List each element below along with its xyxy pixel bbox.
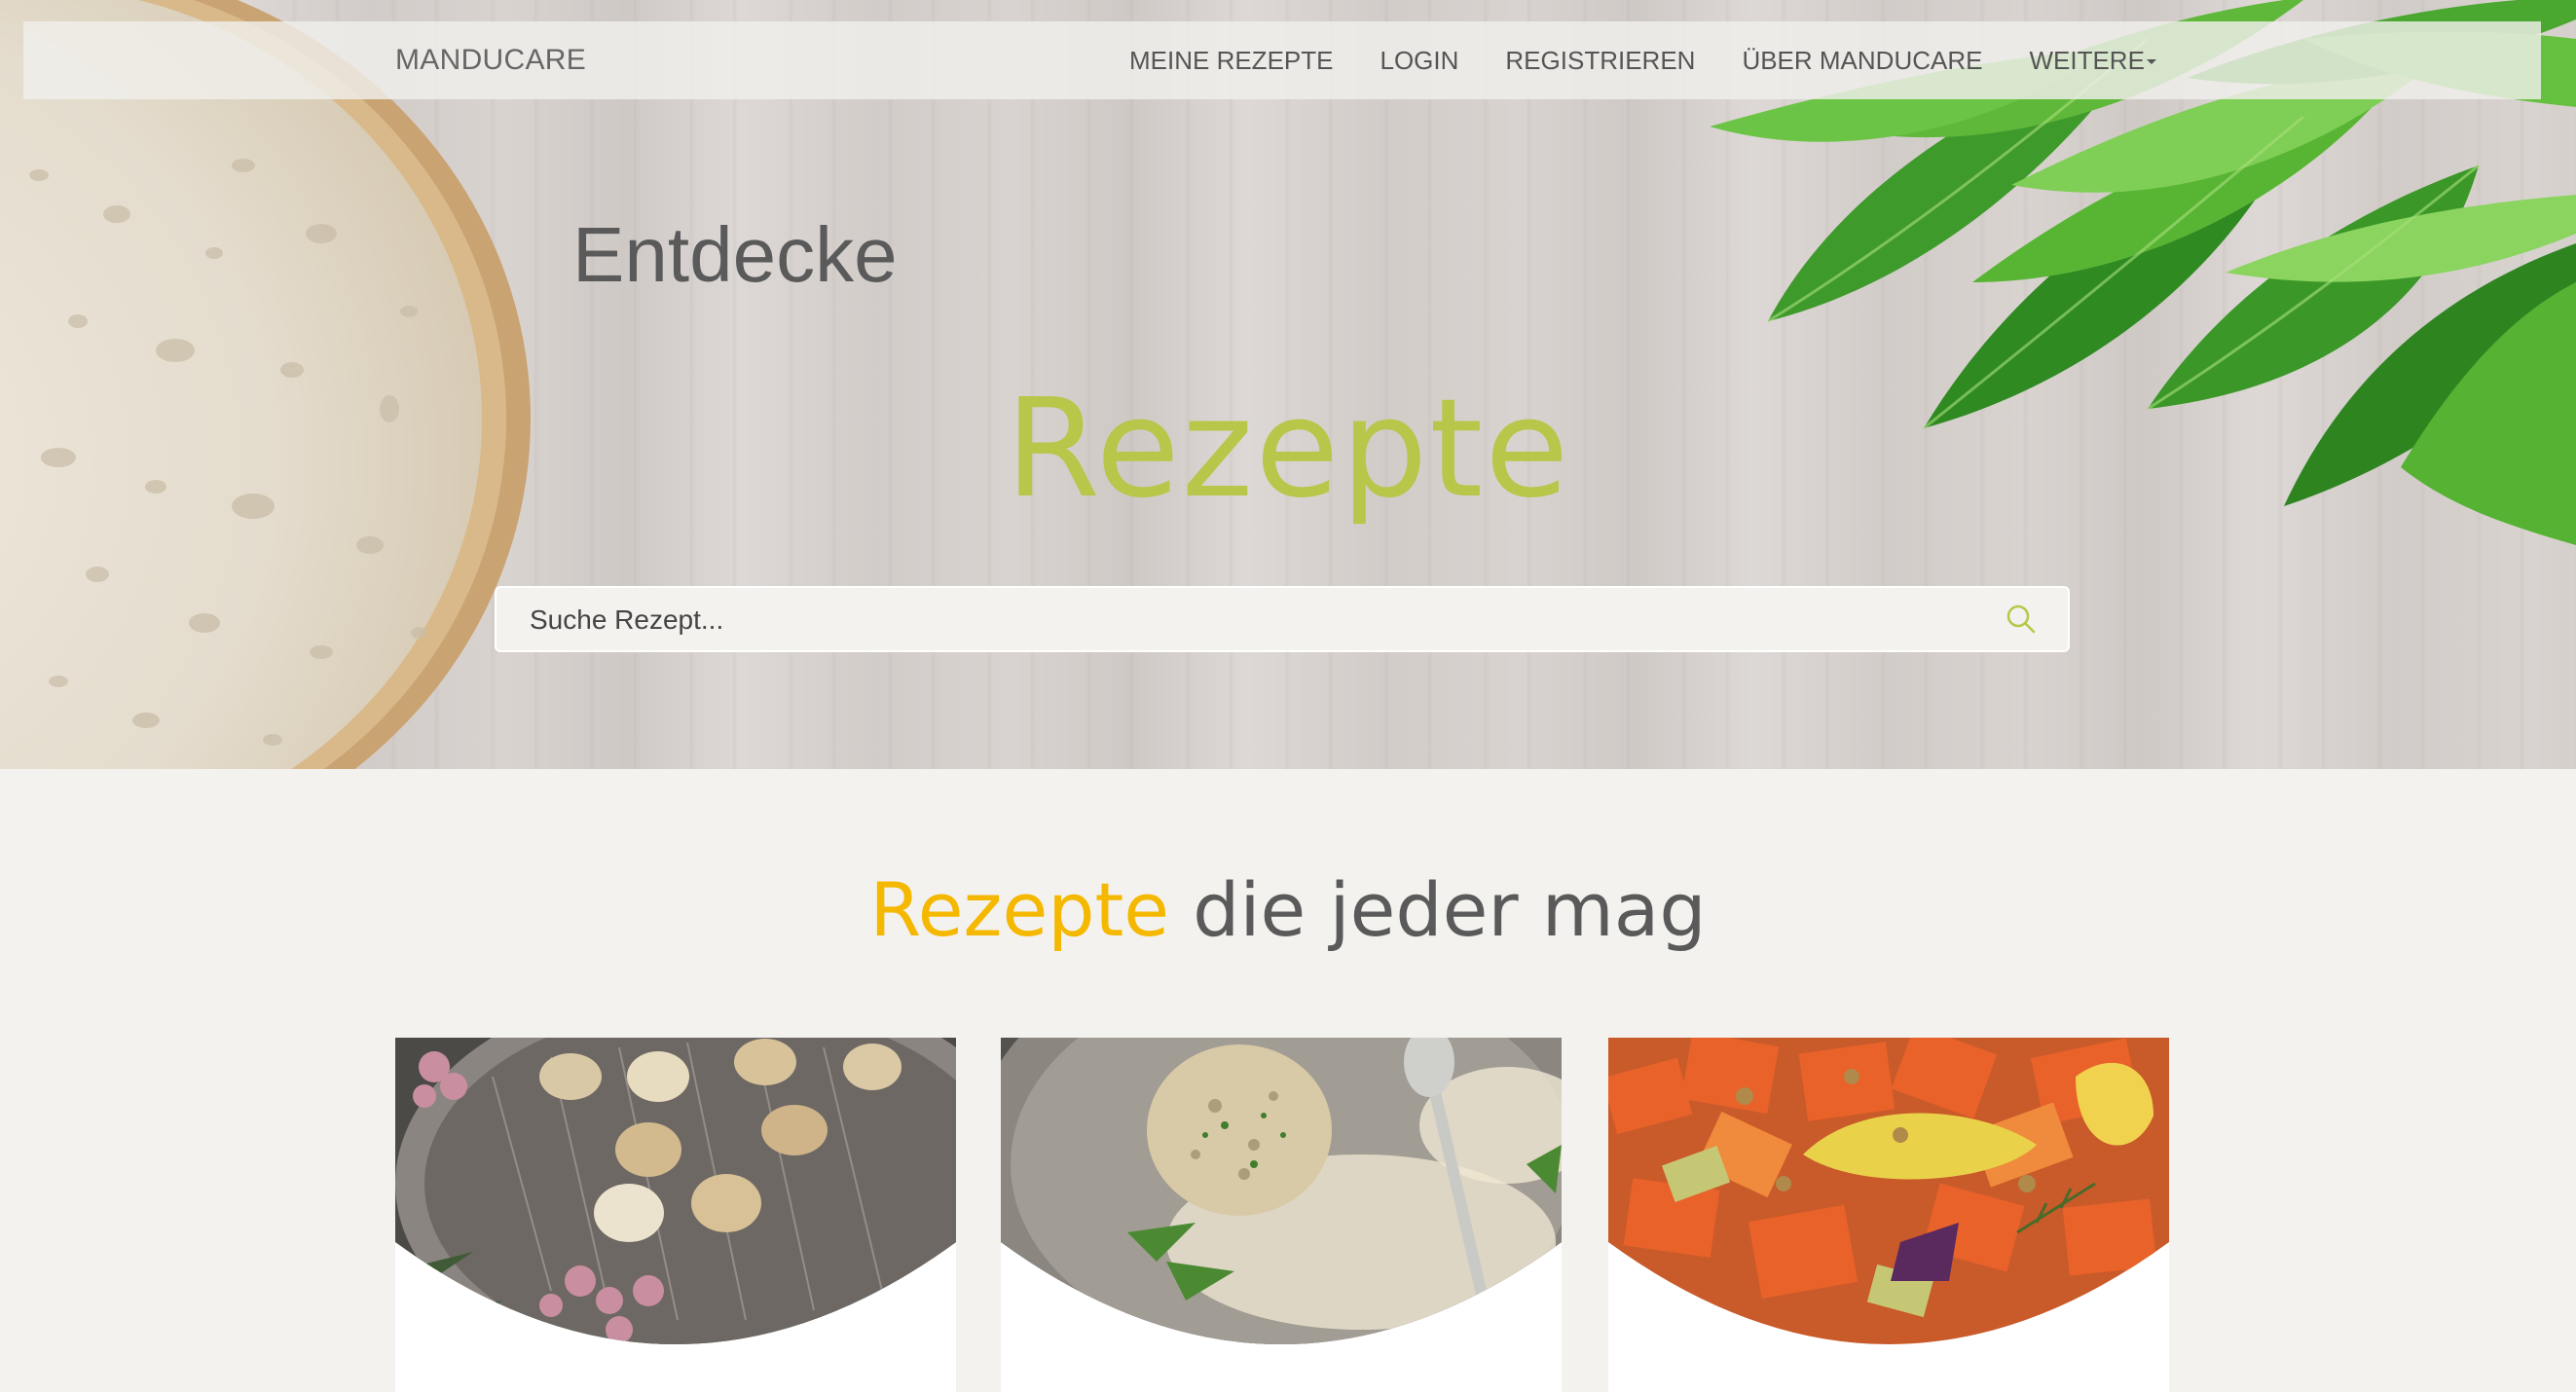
section-title-rest: die jeder mag (1169, 866, 1707, 953)
caret-down-icon (2146, 59, 2156, 65)
search-bar (495, 586, 2070, 652)
recipe-image-vegetables (1608, 1038, 2169, 1344)
nav-item-ueber-manducare[interactable]: ÜBER MANDUCARE (1742, 46, 1982, 76)
section-title-accent: Rezepte (869, 866, 1170, 953)
recipe-card[interactable] (395, 1038, 956, 1392)
nav-links: MEINE REZEPTE LOGIN REGISTRIEREN ÜBER MA… (1129, 21, 2203, 99)
search-input[interactable] (497, 588, 1992, 652)
nav-item-login[interactable]: LOGIN (1380, 46, 1458, 76)
nav-item-weitere-dropdown[interactable]: WEITERE (2029, 45, 2156, 76)
recipe-image-dumpling (1001, 1038, 1562, 1344)
hero-subtitle: Entdecke (572, 211, 898, 298)
recipe-image-cookies (395, 1038, 956, 1344)
hero-banner: MANDUCARE MEINE REZEPTE LOGIN REGISTRIER… (0, 0, 2576, 769)
recipe-card[interactable] (1001, 1038, 1562, 1392)
hero-title: Rezepte (1005, 370, 1571, 529)
recipe-card[interactable] (1608, 1038, 2169, 1392)
brand-logo-link[interactable]: MANDUCARE (395, 21, 586, 99)
nav-item-meine-rezepte[interactable]: MEINE REZEPTE (1129, 46, 1333, 76)
section-title: Rezepte die jeder mag (0, 866, 2576, 953)
search-icon[interactable] (2004, 602, 2039, 637)
nav-item-registrieren[interactable]: REGISTRIEREN (1505, 46, 1695, 76)
nav-item-weitere-label: WEITERE (2029, 45, 2145, 75)
navbar: MANDUCARE MEINE REZEPTE LOGIN REGISTRIER… (23, 21, 2541, 99)
